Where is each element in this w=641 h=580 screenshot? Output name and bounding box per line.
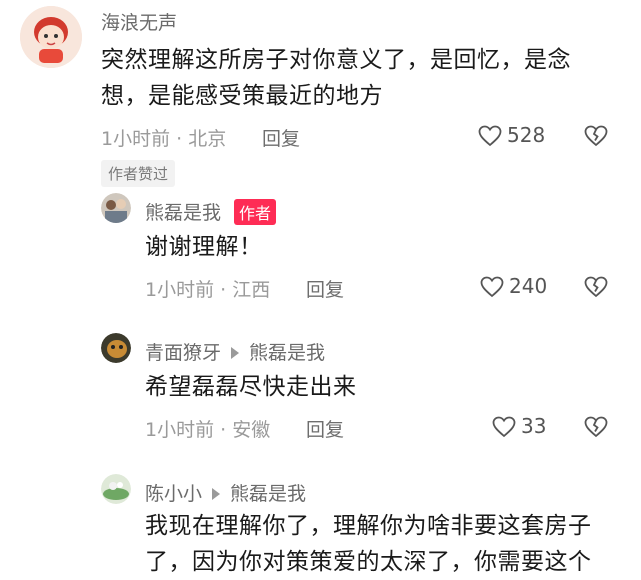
broken-heart-icon[interactable] [584, 125, 608, 147]
broken-heart-icon[interactable] [584, 416, 608, 438]
comment-content-line: 突然理解这所房子对你意义了，是回忆，是念 [101, 47, 571, 73]
avatar[interactable] [20, 6, 82, 68]
comment-username[interactable]: 海浪无声 [101, 8, 177, 35]
comment-content-line: 了，因为你对策策爱的太深了，你需要这个 [145, 549, 592, 575]
comment-username[interactable]: 青面獠牙 [145, 342, 221, 364]
reply-button[interactable]: 回复 [262, 124, 300, 151]
heart-outline-icon[interactable] [480, 276, 504, 298]
comment-content: 希望磊磊尽快走出来 [145, 374, 357, 400]
comment-username-line: 陈小小 熊磊是我 [145, 479, 306, 506]
comment-content: 突然理解这所房子对你意义了，是回忆，是念 想，是能感受策最近的地方 [101, 42, 621, 114]
reply-arrow-icon [212, 488, 221, 500]
author-liked-badge: 作者赞过 [101, 160, 176, 187]
like-count: 528 [507, 123, 546, 147]
comment-time-location: 1小时前 · 安徽 [145, 419, 271, 441]
comment-content: 我现在理解你了，理解你为啥非要这套房子 了，因为你对策策爱的太深了，你需要这个 [145, 508, 625, 580]
like-count: 33 [521, 414, 547, 438]
comment-content: 谢谢理解！ [145, 234, 263, 260]
author-tag: 作者 [234, 199, 277, 225]
avatar[interactable] [101, 193, 131, 223]
like-count: 240 [509, 274, 548, 298]
broken-heart-icon[interactable] [584, 276, 608, 298]
comment-content-line: 我现在理解你了，理解你为啥非要这套房子 [145, 513, 592, 539]
heart-outline-icon[interactable] [492, 416, 516, 438]
avatar[interactable] [101, 474, 131, 504]
reply-button[interactable]: 回复 [306, 415, 344, 442]
comment-username[interactable]: 熊磊是我 [145, 198, 221, 225]
reply-button[interactable]: 回复 [306, 275, 344, 302]
comment-username[interactable]: 陈小小 [145, 483, 202, 505]
heart-outline-icon[interactable] [478, 125, 502, 147]
comment-content-line: 想，是能感受策最近的地方 [101, 83, 383, 109]
reply-arrow-icon [231, 347, 240, 359]
comment-username-line: 青面獠牙 熊磊是我 [145, 338, 325, 365]
comment-time-location: 1小时前 · 江西 [145, 279, 271, 301]
reply-to-username[interactable]: 熊磊是我 [249, 342, 325, 364]
reply-to-username[interactable]: 熊磊是我 [230, 483, 306, 505]
avatar[interactable] [101, 333, 131, 363]
comment-time-location: 1小时前 · 北京 [101, 128, 227, 150]
